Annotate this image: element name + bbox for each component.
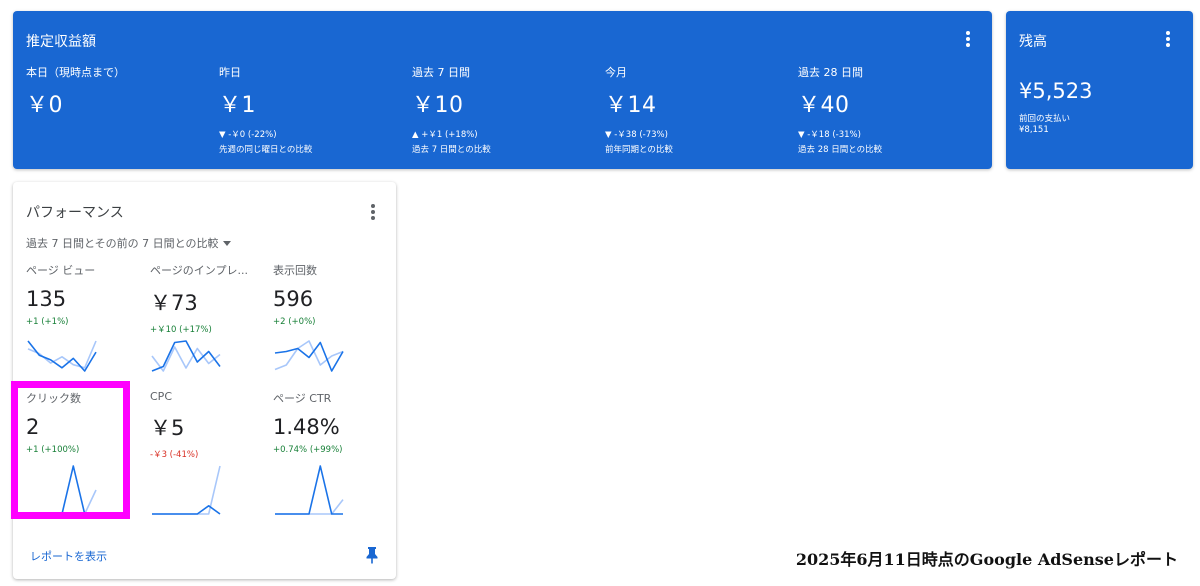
balance-more-menu-icon[interactable] [1156, 27, 1180, 51]
metric-compare: 前年同期との比較 [605, 145, 673, 155]
comparison-dropdown[interactable]: 過去 7 日間とその前の 7 日間との比較 [26, 235, 231, 251]
tile-label: ページ CTR [273, 392, 332, 405]
tile-change: -￥3 (-41%) [150, 450, 199, 460]
sparkline-current-period [274, 341, 344, 372]
tile-change: +2 (+0%) [273, 317, 316, 327]
metric-value: ￥40 [798, 93, 850, 118]
tile-value: 2 [26, 415, 40, 439]
estimated-earnings-card: 推定収益額 本日（現時点まで） ￥0 昨日 ￥1 ▼ -￥0 (-22%) 先週… [13, 11, 992, 169]
tile-cpc[interactable]: CPC ￥5 -￥3 (-41%) [150, 390, 270, 515]
metric-label: 今月 [605, 66, 627, 79]
metric-last-7-days: 過去 7 日間 ￥10 ▲ +￥1 (+18%) 過去 7 日間との比較 [412, 64, 491, 155]
last-payment-value: ¥8,151 [1019, 125, 1049, 135]
sparkline-previous-period [28, 489, 97, 515]
tile-change: +1 (+100%) [26, 445, 80, 455]
tile-value: 596 [273, 287, 314, 311]
metric-compare: 過去 7 日間との比較 [412, 145, 491, 155]
metric-last-28-days: 過去 28 日間 ￥40 ▼ -￥18 (-31%) 過去 28 日間との比較 [798, 64, 882, 155]
tile-change: +1 (+1%) [26, 317, 69, 327]
metric-change: ▼ -￥18 (-31%) [798, 130, 861, 140]
sparkline-chart [28, 465, 97, 515]
sparkline-chart [274, 340, 344, 372]
metric-change: ▼ -￥38 (-73%) [605, 130, 668, 140]
performance-more-menu-icon[interactable] [361, 200, 385, 224]
tile-label: 表示回数 [273, 264, 317, 277]
metric-value: ￥10 [412, 93, 464, 118]
metric-label: 過去 28 日間 [798, 66, 863, 79]
balance-value: ¥5,523 [1019, 79, 1093, 103]
metric-change: ▼ -￥0 (-22%) [219, 130, 277, 140]
tile-page-views[interactable]: ページ ビュー 135 +1 (+1%) [26, 262, 146, 387]
estimated-earnings-title: 推定収益額 [26, 34, 96, 50]
metric-today: 本日（現時点まで） ￥0 [26, 64, 125, 119]
sparkline-previous-period [274, 340, 344, 371]
view-report-link[interactable]: レポートを表示 [30, 548, 107, 564]
last-payment-label: 前回の支払い [1019, 114, 1071, 124]
sparkline-chart [152, 465, 221, 515]
metric-value: ￥14 [605, 93, 657, 118]
sparkline-current-period [28, 465, 96, 515]
sparkline-chart [151, 340, 221, 372]
metric-this-month: 今月 ￥14 ▼ -￥38 (-73%) 前年同期との比較 [605, 64, 673, 155]
comparison-dropdown-label: 過去 7 日間とその前の 7 日間との比較 [26, 237, 219, 250]
tile-value: ￥73 [150, 291, 198, 315]
metric-value: ￥1 [219, 93, 256, 118]
metric-label: 昨日 [219, 66, 241, 79]
screenshot-caption: 2025年6月11日時点のGoogle AdSenseレポート [795, 550, 1178, 569]
tile-value: 135 [26, 287, 67, 311]
metric-yesterday: 昨日 ￥1 ▼ -￥0 (-22%) 先週の同じ曜日との比較 [219, 64, 312, 155]
metric-value: ￥0 [26, 93, 63, 118]
tile-value: 1.48% [273, 415, 340, 439]
metric-label: 過去 7 日間 [412, 66, 470, 79]
sparkline-chart [275, 465, 344, 515]
tile-value: ￥5 [150, 416, 185, 440]
tile-impressions[interactable]: 表示回数 596 +2 (+0%) [273, 262, 393, 387]
metric-compare: 先週の同じ曜日との比較 [219, 145, 313, 155]
metric-compare: 過去 28 日間との比較 [798, 145, 883, 155]
balance-card: 残高 ¥5,523 前回の支払い ¥8,151 [1006, 11, 1193, 169]
balance-title: 残高 [1019, 34, 1047, 50]
tile-clicks[interactable]: クリック数 2 +1 (+100%) [26, 390, 146, 515]
tile-label: CPC [150, 390, 172, 403]
sparkline-current-period [275, 465, 343, 515]
performance-title: パフォーマンス [26, 205, 124, 221]
tile-label: クリック数 [26, 392, 81, 405]
performance-card: パフォーマンス 過去 7 日間とその前の 7 日間との比較 ページ ビュー 13… [13, 182, 396, 579]
tile-page-ctr[interactable]: ページ CTR 1.48% +0.74% (+99%) [273, 390, 393, 515]
caret-down-icon [222, 240, 231, 246]
tile-label: ページ ビュー [26, 264, 96, 277]
metric-label: 本日（現時点まで） [26, 66, 125, 79]
sparkline-chart [27, 340, 97, 372]
tile-change: +0.74% (+99%) [273, 445, 343, 455]
tile-label: ページのインプレ... [150, 264, 248, 277]
metric-change: ▲ +￥1 (+18%) [412, 130, 478, 140]
earnings-more-menu-icon[interactable] [956, 27, 980, 51]
tile-page-rpm[interactable]: ページのインプレ... ￥73 +￥10 (+17%) [150, 262, 270, 387]
tile-change: +￥10 (+17%) [150, 325, 212, 335]
pin-icon[interactable] [365, 546, 379, 564]
